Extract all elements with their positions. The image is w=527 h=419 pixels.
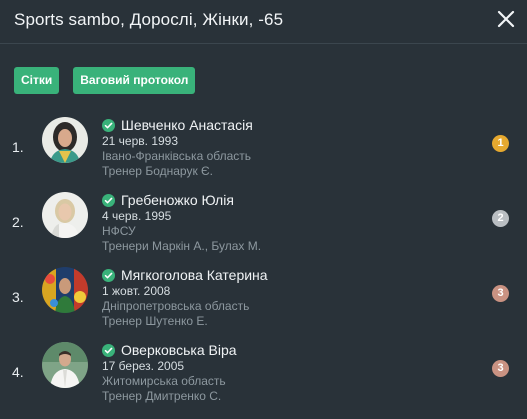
- medal-badge: 1: [492, 135, 509, 152]
- athlete-name[interactable]: Оверковська Віра: [121, 342, 237, 358]
- athlete-name[interactable]: Мягкоголова Катерина: [121, 267, 268, 283]
- action-buttons: Сітки Ваговий протокол: [14, 67, 196, 94]
- birth-date: 1 жовт. 2008: [102, 284, 171, 298]
- coach: Тренер Шутенко Е.: [102, 314, 208, 328]
- avatar: [42, 117, 88, 163]
- region: НФСУ: [102, 224, 136, 238]
- athlete-name[interactable]: Шевченко Анастасія: [121, 117, 253, 133]
- birth-date: 21 черв. 1993: [102, 134, 179, 148]
- region: Івано-Франківська область: [102, 149, 252, 163]
- page-title: Sports sambo, Дорослі, Жінки, -65: [14, 10, 284, 29]
- region: Дніпропетровська область: [102, 299, 250, 313]
- result-row[interactable]: 3. Мягкоголова Катерина 1 жовт. 2008 Дні…: [0, 267, 527, 337]
- region: Житомирська область: [102, 374, 226, 388]
- result-row[interactable]: 2. Гребеножко Юлія 4 черв. 1995 НФСУ Тре…: [0, 192, 527, 262]
- coach: Тренери Маркін А., Булах М.: [102, 239, 262, 253]
- birth-date: 4 черв. 1995: [102, 209, 172, 223]
- coach: Тренер Боднарук Є.: [102, 164, 213, 178]
- weigh-in-protocol-button[interactable]: Ваговий протокол: [73, 67, 196, 94]
- place-number: 2.: [12, 214, 24, 230]
- place-number: 3.: [12, 289, 24, 305]
- avatar: [42, 342, 88, 388]
- avatar: [42, 267, 88, 313]
- avatar: [42, 192, 88, 238]
- coach: Тренер Дмитренко С.: [102, 389, 222, 403]
- medal-badge: 2: [492, 210, 509, 227]
- close-icon: [497, 10, 515, 28]
- athlete-name[interactable]: Гребеножко Юлія: [121, 192, 234, 208]
- check-circle-icon: [102, 193, 115, 207]
- modal-header: Sports sambo, Дорослі, Жінки, -65: [0, 0, 527, 44]
- close-button[interactable]: [496, 9, 516, 29]
- place-number: 4.: [12, 364, 24, 380]
- place-number: 1.: [12, 139, 24, 155]
- result-row[interactable]: 1. Шевченко Анастасія 21 черв. 1993 Іван…: [0, 117, 527, 187]
- check-circle-icon: [102, 268, 115, 282]
- result-row[interactable]: 4. Оверковська Віра 17 берез. 2005 Житом…: [0, 342, 527, 412]
- check-circle-icon: [102, 343, 115, 357]
- brackets-button[interactable]: Сітки: [14, 67, 60, 94]
- medal-badge: 3: [492, 285, 509, 302]
- medal-badge: 3: [492, 360, 509, 377]
- check-circle-icon: [102, 118, 115, 132]
- birth-date: 17 берез. 2005: [102, 359, 185, 373]
